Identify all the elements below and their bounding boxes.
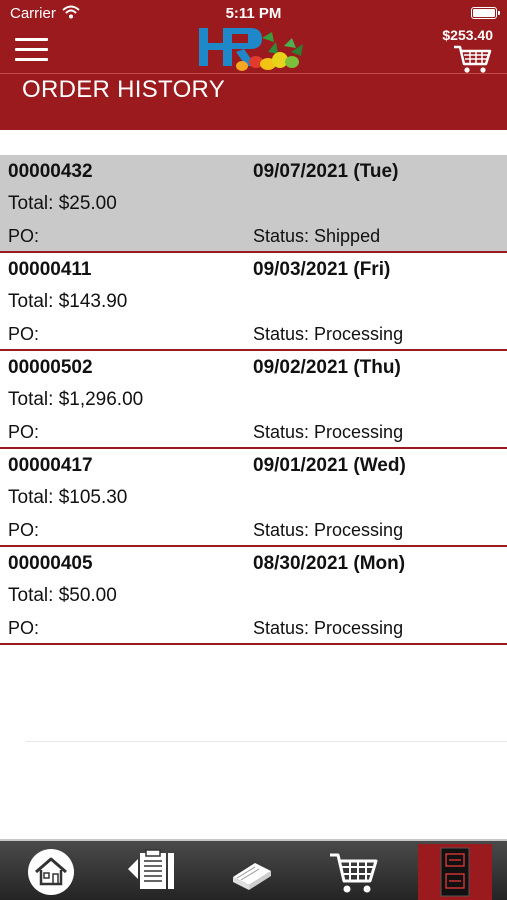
order-receiving-date: 09/01/2021 (Wed): [253, 455, 406, 476]
order-row[interactable]: 00000417 09/01/2021 (Wed) Total: $105.30…: [0, 449, 507, 547]
order-po: PO:: [8, 226, 40, 246]
order-status: Status: Processing: [253, 520, 404, 540]
cart-total: $253.40: [442, 27, 493, 43]
home-icon: [28, 848, 74, 895]
order-total: Total: $25.00: [8, 193, 117, 214]
order-row[interactable]: 00000432 09/07/2021 (Tue) Total: $25.00 …: [0, 155, 507, 253]
order-number: 00000432: [8, 161, 93, 182]
order-status: Status: Processing: [253, 324, 404, 344]
cart-icon: [330, 853, 378, 892]
header-divider: [0, 73, 507, 74]
order-list: 00000432 09/07/2021 (Tue) Total: $25.00 …: [0, 155, 507, 645]
tab-orders[interactable]: [122, 843, 180, 900]
list-divider: [26, 741, 507, 742]
order-po: PO:: [8, 324, 40, 344]
tab-catalog[interactable]: [226, 843, 278, 900]
order-po: PO:: [8, 618, 40, 638]
bottom-tab-bar: [0, 839, 507, 900]
order-total: Total: $105.30: [8, 487, 128, 508]
status-clock: 5:11 PM: [225, 5, 282, 22]
catalog-book-icon: [233, 862, 271, 890]
column-header-order-no: Order No.: [4, 133, 88, 153]
tab-home[interactable]: [24, 843, 78, 900]
order-status: Status: Processing: [253, 422, 404, 442]
order-number: 00000405: [8, 553, 93, 574]
order-po: PO:: [8, 422, 40, 442]
order-receiving-date: 08/30/2021 (Mon): [253, 553, 406, 574]
order-total: Total: $143.90: [8, 291, 128, 312]
hr-produce-logo: [199, 28, 303, 71]
order-total: Total: $1,296.00: [8, 389, 144, 410]
order-number: 00000411: [8, 259, 92, 280]
order-status: Status: Shipped: [253, 226, 381, 246]
app-header: Carrier 5:11 PM $253.40 ORDER HISTORY Or…: [0, 0, 507, 153]
order-row[interactable]: 00000502 09/02/2021 (Thu) Total: $1,296.…: [0, 351, 507, 449]
hamburger-menu-icon[interactable]: [15, 38, 48, 62]
order-total: Total: $50.00: [8, 585, 117, 606]
order-status: Status: Processing: [253, 618, 404, 638]
tab-cart[interactable]: [326, 843, 380, 900]
order-row[interactable]: 00000411 09/03/2021 (Fri) Total: $143.90…: [0, 253, 507, 351]
order-receiving-date: 09/07/2021 (Tue): [253, 161, 399, 182]
order-receiving-date: 09/02/2021 (Thu): [253, 357, 401, 378]
tab-order-history[interactable]: [430, 843, 480, 900]
battery-icon: [471, 7, 500, 19]
order-history-icon: [440, 847, 470, 896]
order-po: PO:: [8, 520, 40, 540]
order-row[interactable]: 00000405 08/30/2021 (Mon) Total: $50.00 …: [0, 547, 507, 645]
order-number: 00000417: [8, 455, 93, 476]
page-title: ORDER HISTORY: [22, 76, 226, 103]
order-list-icon: [128, 848, 174, 889]
order-receiving-date: 09/03/2021 (Fri): [253, 259, 391, 280]
column-header-receiving-date: Receiving Date: [253, 133, 383, 153]
order-number: 00000502: [8, 357, 93, 378]
shopping-cart-icon[interactable]: [452, 44, 492, 74]
